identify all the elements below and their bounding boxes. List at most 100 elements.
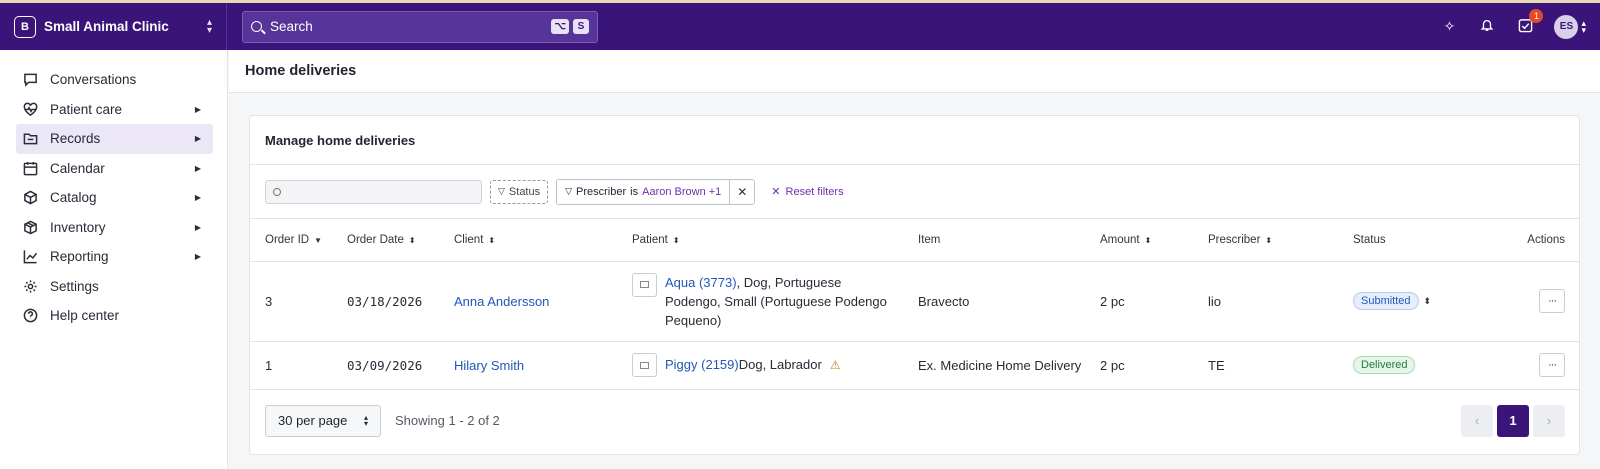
per-page-value: 30 per page: [278, 413, 348, 428]
chip-field: Prescriber: [576, 185, 627, 198]
warning-icon: ⚠: [829, 358, 841, 372]
patient-card-icon[interactable]: [632, 353, 657, 377]
reset-filters-button[interactable]: ✕ Reset filters: [771, 185, 844, 199]
chevron-updown-icon: ▴ ▾: [1581, 17, 1586, 35]
page-button-current[interactable]: 1: [1497, 404, 1529, 437]
card-header: Manage home deliveries: [250, 116, 1579, 165]
next-page-button[interactable]: ›: [1533, 404, 1565, 437]
item: Bravecto: [903, 261, 1085, 342]
order-date: 03/09/2026: [332, 341, 439, 390]
sidebar-item-label: Settings: [50, 278, 99, 294]
sidebar: Conversations Patient care ▶ Records ▶ C…: [0, 50, 228, 469]
option-key: ⌥: [551, 19, 569, 34]
sidebar-item-label: Records: [50, 131, 101, 147]
sidebar-item-inventory[interactable]: Inventory ▶: [16, 213, 213, 243]
avatar: ES: [1554, 14, 1579, 39]
reset-filters-label: Reset filters: [785, 185, 844, 198]
row-actions-button[interactable]: ···: [1539, 353, 1565, 377]
caret-right-icon: ▶: [194, 163, 201, 173]
sidebar-item-label: Reporting: [50, 249, 109, 265]
patient-card-icon[interactable]: [632, 272, 657, 297]
chevron-updown-icon: ▴ ▾: [206, 16, 212, 36]
caret-right-icon: ▶: [194, 252, 201, 262]
column-header-actions: Actions: [1478, 219, 1579, 262]
pagination: ‹ 1 ›: [1461, 404, 1565, 437]
sidebar-item-patient-care[interactable]: Patient care ▶: [16, 95, 213, 125]
column-header-amount[interactable]: Amount ⬍: [1085, 219, 1193, 262]
amount: 2 pc: [1085, 261, 1193, 342]
item: Ex. Medicine Home Delivery: [903, 341, 1085, 390]
patient-link[interactable]: Piggy (2159): [665, 357, 739, 372]
order-id: 3: [250, 261, 332, 342]
row-actions-button[interactable]: ···: [1539, 289, 1565, 313]
records-icon: [22, 131, 38, 147]
showing-count: Showing 1 - 2 of 2: [395, 413, 500, 428]
heart-pulse-icon: [22, 101, 38, 117]
order-id: 1: [250, 341, 332, 390]
chart-icon: [22, 249, 38, 265]
tasks-icon[interactable]: 1: [1516, 8, 1544, 36]
sidebar-item-label: Inventory: [50, 219, 106, 235]
close-icon[interactable]: ✕: [730, 185, 754, 199]
sidebar-item-settings[interactable]: Settings: [16, 272, 213, 302]
sidebar-item-catalog[interactable]: Catalog ▶: [16, 183, 213, 213]
sort-icon: ⬍: [672, 235, 680, 245]
column-header-prescriber[interactable]: Prescriber ⬍: [1193, 219, 1338, 262]
inventory-icon: [22, 219, 38, 235]
sidebar-item-label: Catalog: [50, 190, 97, 206]
status-badge: Delivered: [1353, 356, 1416, 374]
calendar-icon: [22, 160, 38, 176]
amount: 2 pc: [1085, 341, 1193, 390]
prescriber-filter-chip[interactable]: ▽ Prescriber is Aaron Brown +1 ✕: [556, 178, 756, 205]
sidebar-item-reporting[interactable]: Reporting ▶: [16, 242, 213, 272]
search-shortcut: ⌥ S: [551, 19, 589, 34]
table-footer: 30 per page ▴ ▾ Showing 1 - 2 of 2 ‹ 1 ›: [250, 390, 1579, 452]
per-page-select[interactable]: 30 per page ▴ ▾: [265, 404, 381, 437]
caret-right-icon: ▶: [194, 193, 201, 203]
column-header-client[interactable]: Client ⬍: [439, 219, 617, 262]
chat-icon: [22, 72, 38, 88]
caret-right-icon: ▶: [194, 104, 201, 114]
search-icon: [273, 187, 281, 196]
sort-icon: ⬍: [488, 235, 496, 245]
sidebar-item-label: Conversations: [50, 72, 137, 88]
sidebar-item-label: Patient care: [50, 101, 123, 117]
column-header-order-id[interactable]: Order ID ▼: [250, 219, 332, 262]
catalog-icon: [22, 190, 38, 206]
clinic-switcher[interactable]: B Small Animal Clinic ▴ ▾: [0, 3, 227, 50]
status-filter-button[interactable]: ▽ Status: [490, 179, 549, 204]
sidebar-item-label: Help center: [50, 308, 120, 324]
global-search[interactable]: Search ⌥ S: [242, 10, 598, 43]
search-placeholder: Search: [270, 19, 313, 34]
user-menu[interactable]: ES ▴ ▾: [1554, 14, 1586, 39]
column-header-order-date[interactable]: Order Date ⬍: [332, 219, 439, 262]
sparkle-icon[interactable]: ✧: [1440, 18, 1458, 35]
page-title: Home deliveries: [245, 63, 357, 79]
client-link[interactable]: Hilary Smith: [454, 358, 524, 373]
client-link[interactable]: Anna Andersson: [454, 294, 549, 309]
table-row[interactable]: 1 03/09/2026 Hilary Smith Piggy (2159)Do…: [250, 341, 1579, 390]
tasks-badge: 1: [1529, 8, 1544, 23]
previous-page-button[interactable]: ‹: [1461, 404, 1493, 437]
top-bar: B Small Animal Clinic ▴ ▾ Search ⌥ S ✧ 1 …: [0, 0, 1600, 50]
bell-icon[interactable]: [1478, 18, 1496, 35]
clinic-logo: B: [14, 15, 36, 38]
column-header-item: Item: [903, 219, 1085, 262]
prescriber: lio: [1193, 261, 1338, 342]
table-row[interactable]: 3 03/18/2026 Anna Andersson Aqua (3773),…: [250, 261, 1579, 342]
sidebar-item-conversations[interactable]: Conversations: [16, 65, 213, 95]
sidebar-item-records[interactable]: Records ▶: [16, 124, 213, 154]
column-header-patient[interactable]: Patient ⬍: [617, 219, 903, 262]
sort-icon: ⬍: [1144, 235, 1152, 245]
gear-icon: [22, 278, 38, 294]
deliveries-table: Order ID ▼ Order Date ⬍ Client ⬍ Patient ⬍ I…: [250, 219, 1579, 390]
patient-link[interactable]: Aqua (3773): [665, 275, 737, 290]
sidebar-item-calendar[interactable]: Calendar ▶: [16, 154, 213, 184]
close-icon: ✕: [771, 186, 781, 198]
sidebar-item-help-center[interactable]: Help center: [16, 301, 213, 331]
order-date: 03/18/2026: [332, 261, 439, 342]
patient-details: Dog, Labrador: [738, 357, 822, 372]
table-search-input[interactable]: [265, 179, 482, 204]
chevron-updown-icon[interactable]: ⬍: [1424, 296, 1432, 306]
status-badge[interactable]: Submitted: [1353, 292, 1419, 310]
